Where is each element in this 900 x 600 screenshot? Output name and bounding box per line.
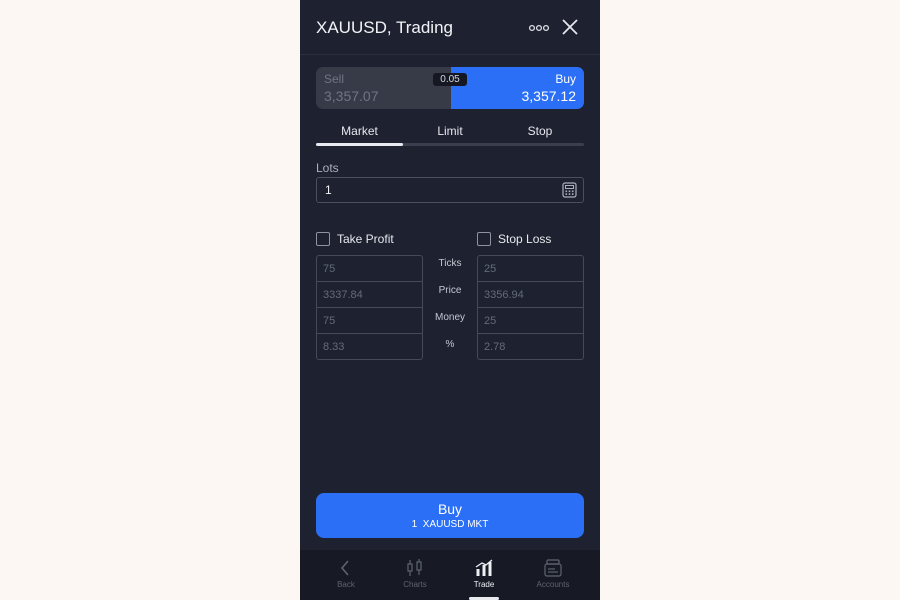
trading-panel: XAUUSD, Trading Sell 3,357.07 Buy 3,357.… (300, 0, 600, 600)
bar-chart-icon (475, 559, 493, 576)
nav-accounts-label: Accounts (536, 580, 570, 589)
tab-limit[interactable]: Limit (406, 124, 494, 138)
close-icon[interactable] (560, 17, 580, 37)
take-profit-label: Take Profit (337, 232, 394, 246)
take-profit-price-input[interactable] (316, 281, 423, 308)
tab-market[interactable]: Market (316, 124, 403, 138)
candlestick-icon (407, 559, 422, 576)
price-label: Price (438, 285, 462, 296)
nav-charts[interactable]: Charts (385, 556, 445, 596)
buy-label: Buy (555, 72, 576, 86)
nav-charts-label: Charts (403, 580, 427, 589)
page-title: XAUUSD, Trading (316, 18, 453, 37)
stop-loss-toggle[interactable]: Stop Loss (477, 232, 587, 248)
buy-button-subtitle: 1 XAUUSD MKT (411, 519, 489, 530)
take-profit-checkbox[interactable] (316, 232, 330, 246)
nav-trade[interactable]: Trade (454, 556, 514, 596)
lots-input[interactable] (316, 177, 584, 203)
nav-back[interactable]: Back (316, 556, 376, 596)
percent-label: % (445, 339, 455, 350)
stop-loss-checkbox[interactable] (477, 232, 491, 246)
stop-loss-fields (477, 255, 584, 360)
order-type-tabs: Market Limit Stop (316, 122, 584, 148)
sell-price: 3,357.07 (324, 88, 379, 104)
take-profit-ticks-input[interactable] (316, 255, 423, 282)
header: XAUUSD, Trading (300, 0, 600, 55)
nav-accounts[interactable]: Accounts (523, 556, 583, 596)
take-profit-percent-input[interactable] (316, 333, 423, 360)
chevron-left-icon (340, 560, 349, 576)
lots-label: Lots (316, 161, 339, 175)
sell-label: Sell (324, 72, 345, 86)
buy-button[interactable]: Buy 1 XAUUSD MKT (316, 493, 584, 538)
bottom-nav: Back Charts Trade Accounts (300, 550, 600, 600)
spread-badge: 0.05 (433, 73, 467, 86)
wallet-icon (544, 559, 562, 577)
take-profit-money-input[interactable] (316, 307, 423, 334)
buy-price: 3,357.12 (521, 88, 577, 104)
sell-price-button[interactable]: Sell 3,357.07 (316, 67, 451, 109)
stop-loss-percent-input[interactable] (477, 333, 584, 360)
stop-loss-money-input[interactable] (477, 307, 584, 334)
stop-loss-label: Stop Loss (498, 232, 552, 246)
tab-active-indicator (316, 143, 403, 146)
buy-price-button[interactable]: Buy 3,357.12 (451, 67, 584, 109)
buy-button-title: Buy (437, 501, 463, 517)
stop-loss-ticks-input[interactable] (477, 255, 584, 282)
more-icon[interactable] (528, 18, 550, 38)
take-profit-toggle[interactable]: Take Profit (316, 232, 426, 248)
nav-trade-label: Trade (473, 580, 495, 589)
nav-back-label: Back (337, 580, 355, 589)
take-profit-fields (316, 255, 423, 360)
calculator-icon[interactable] (562, 182, 577, 198)
stop-loss-price-input[interactable] (477, 281, 584, 308)
money-label: Money (434, 312, 465, 323)
tab-stop[interactable]: Stop (496, 124, 584, 138)
ticks-label: Ticks (438, 258, 462, 269)
